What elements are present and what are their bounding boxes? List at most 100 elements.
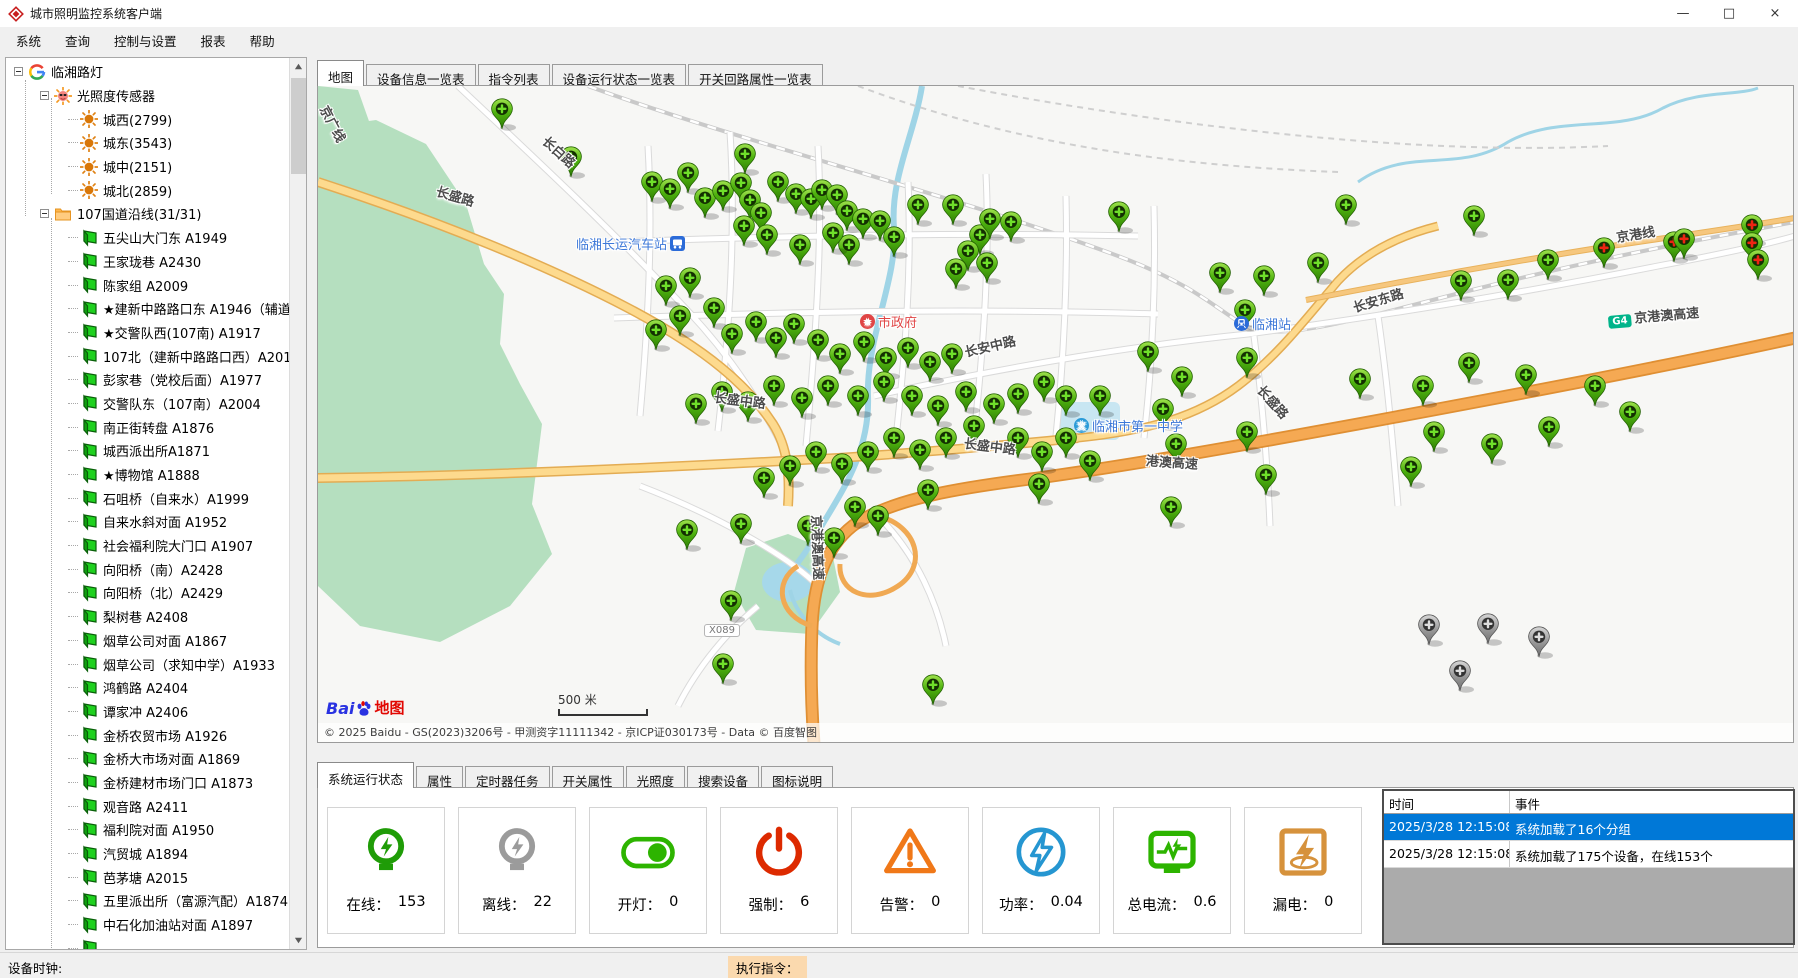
tree-device-node[interactable]: 王家珑巷 A2430 bbox=[6, 250, 289, 274]
tree-device-node[interactable]: ★博物馆 A1888 bbox=[6, 463, 289, 487]
maximize-button[interactable]: □ bbox=[1706, 0, 1752, 27]
tree-device-node[interactable]: 芭茅塘 A2015 bbox=[6, 865, 289, 889]
status-card-value: 0 bbox=[1324, 894, 1333, 915]
tree-device-node[interactable]: 城北(2859) bbox=[6, 178, 289, 202]
menu-item-2[interactable]: 控制与设置 bbox=[102, 27, 189, 54]
event-log-row-0[interactable]: 2025/3/28 12:15:08系统加载了16个分组 bbox=[1384, 814, 1793, 841]
tree-collapse-toggle[interactable] bbox=[40, 209, 49, 218]
status-card-7: 漏电：0 bbox=[1244, 807, 1362, 934]
tree-group-node[interactable]: 107国道沿线(31/31) bbox=[6, 202, 289, 226]
tree-device-node[interactable]: ★建新中路路口东 A1946（辅道灯） bbox=[6, 297, 289, 321]
tree-device-node[interactable]: 梨树巷 A2408 bbox=[6, 605, 289, 629]
tree-device-node[interactable]: 福利院对面 A1950 bbox=[6, 818, 289, 842]
tree-device-node[interactable]: 城中(2151) bbox=[6, 155, 289, 179]
status-card-value: 22 bbox=[534, 894, 552, 915]
device-icon bbox=[80, 229, 98, 247]
tree-device-node[interactable]: 谭家冲 A2406 bbox=[6, 700, 289, 724]
tree-device-node[interactable]: 城西(2799) bbox=[6, 107, 289, 131]
device-icon bbox=[80, 702, 98, 720]
close-button[interactable]: × bbox=[1752, 0, 1798, 27]
tree-scrollbar[interactable] bbox=[289, 58, 306, 949]
tree-device-node[interactable]: 鸿鹤路 A2404 bbox=[6, 676, 289, 700]
tree-connector bbox=[68, 853, 78, 854]
minimize-button[interactable]: — bbox=[1660, 0, 1706, 27]
bottom-tab-2[interactable]: 定时器任务 bbox=[465, 766, 550, 788]
tree-connector bbox=[68, 782, 78, 783]
tree-connector bbox=[68, 758, 78, 759]
map-tab-4[interactable]: 开关回路属性一览表 bbox=[688, 64, 823, 86]
map-canvas[interactable] bbox=[318, 86, 1794, 743]
tree-connector bbox=[68, 119, 78, 120]
bottom-tab-4[interactable]: 光照度 bbox=[626, 766, 686, 788]
map-scale-bar bbox=[558, 709, 648, 716]
tree-device-node[interactable]: 南正街转盘 A1876 bbox=[6, 415, 289, 439]
device-icon bbox=[80, 442, 98, 460]
tree-group-node[interactable]: 光照度传感器 bbox=[6, 84, 289, 108]
scroll-down-button[interactable] bbox=[290, 932, 307, 949]
tree-node-label: 向阳桥（北）A2429 bbox=[103, 583, 223, 602]
tree-connector bbox=[68, 450, 78, 451]
tree-node-label: ★建新中路路口东 A1946（辅道灯） bbox=[103, 299, 289, 318]
map-scale: 500 米 bbox=[558, 691, 648, 716]
tree-device-node[interactable]: 烟草公司对面 A1867 bbox=[6, 629, 289, 653]
tree-connector bbox=[68, 806, 78, 807]
bottom-tab-6[interactable]: 图标说明 bbox=[761, 766, 833, 788]
baidu-paw-icon bbox=[355, 700, 373, 718]
leak-icon bbox=[1275, 824, 1331, 880]
tree-device-node[interactable]: 向阳桥（南）A2428 bbox=[6, 557, 289, 581]
tree-device-node[interactable]: 107北（建新中路路口西）A2014 bbox=[6, 344, 289, 368]
tree-device-node[interactable]: 金桥建材市场门口 A1873 bbox=[6, 771, 289, 795]
scroll-up-button[interactable] bbox=[290, 58, 307, 75]
bottom-tab-3[interactable]: 开关属性 bbox=[552, 766, 624, 788]
device-icon bbox=[80, 584, 98, 602]
tree-root-node[interactable]: 临湘路灯 bbox=[6, 60, 289, 84]
tree-device-node[interactable] bbox=[6, 936, 289, 949]
tree-device-node[interactable]: 交警队东（107南）A2004 bbox=[6, 392, 289, 416]
toggle-icon bbox=[620, 824, 676, 880]
tree-device-node[interactable]: 石咀桥（自来水）A1999 bbox=[6, 486, 289, 510]
tree-device-node[interactable]: ★交警队西(107南) A1917 bbox=[6, 321, 289, 345]
map-tab-0[interactable]: 地图 bbox=[317, 60, 364, 86]
tree-device-node[interactable]: 金桥大市场对面 A1869 bbox=[6, 747, 289, 771]
tree-node-label: 谭家冲 A2406 bbox=[103, 702, 188, 721]
bottom-tab-bar: 系统运行状态属性定时器任务开关属性光照度搜索设备图标说明 bbox=[317, 762, 835, 788]
menu-item-4[interactable]: 帮助 bbox=[238, 27, 287, 54]
folder-icon bbox=[54, 205, 72, 223]
tree-device-node[interactable]: 烟草公司（求知中学）A1933 bbox=[6, 652, 289, 676]
bottom-tab-5[interactable]: 搜索设备 bbox=[687, 766, 759, 788]
tree-device-node[interactable]: 向阳桥（北）A2429 bbox=[6, 581, 289, 605]
map-tab-2[interactable]: 指令列表 bbox=[478, 64, 550, 86]
scrollbar-thumb[interactable] bbox=[291, 78, 306, 174]
map-view[interactable]: 长盛路长白路京广线临湘长运汽车站★市政府临湘站长安中路长安东路京港线G4京港澳高… bbox=[317, 85, 1794, 743]
tree-device-node[interactable]: 自来水斜对面 A1952 bbox=[6, 510, 289, 534]
tree-device-node[interactable]: 汽贸城 A1894 bbox=[6, 842, 289, 866]
tree-node-label: 向阳桥（南）A2428 bbox=[103, 560, 223, 579]
tree-node-label: 107北（建新中路路口西）A2014 bbox=[103, 347, 289, 366]
tree-device-node[interactable]: 彭家巷（党校后面）A1977 bbox=[6, 368, 289, 392]
menu-item-0[interactable]: 系统 bbox=[4, 27, 53, 54]
menu-item-1[interactable]: 查询 bbox=[53, 27, 102, 54]
device-tree: 临湘路灯光照度传感器城西(2799)城东(3543)城中(2151)城北(285… bbox=[6, 60, 289, 949]
tree-collapse-toggle[interactable] bbox=[14, 67, 23, 76]
event-log-row-1[interactable]: 2025/3/28 12:15:08系统加载了175个设备，在线153个 bbox=[1384, 841, 1793, 868]
tree-device-node[interactable]: 陈家组 A2009 bbox=[6, 273, 289, 297]
menu-item-3[interactable]: 报表 bbox=[189, 27, 238, 54]
tree-device-node[interactable]: 五里派出所（富源汽配）A1874 bbox=[6, 889, 289, 913]
event-time: 2025/3/28 12:15:08 bbox=[1384, 814, 1510, 840]
device-icon bbox=[80, 868, 98, 886]
bottom-tab-0[interactable]: 系统运行状态 bbox=[317, 762, 414, 788]
tree-device-node[interactable]: 五尖山大门东 A1949 bbox=[6, 226, 289, 250]
event-time: 2025/3/28 12:15:08 bbox=[1384, 841, 1510, 867]
map-tab-3[interactable]: 设备运行状态一览表 bbox=[552, 64, 687, 86]
tree-device-node[interactable]: 社会福利院大门口 A1907 bbox=[6, 534, 289, 558]
map-tab-1[interactable]: 设备信息一览表 bbox=[366, 64, 476, 86]
device-icon bbox=[80, 371, 98, 389]
tree-device-node[interactable]: 观音路 A2411 bbox=[6, 794, 289, 818]
tree-connector bbox=[68, 142, 78, 143]
tree-collapse-toggle[interactable] bbox=[40, 91, 49, 100]
tree-device-node[interactable]: 金桥农贸市场 A1926 bbox=[6, 723, 289, 747]
tree-device-node[interactable]: 城东(3543) bbox=[6, 131, 289, 155]
tree-device-node[interactable]: 城西派出所A1871 bbox=[6, 439, 289, 463]
tree-device-node[interactable]: 中石化加油站对面 A1897 bbox=[6, 913, 289, 937]
bottom-tab-1[interactable]: 属性 bbox=[416, 766, 463, 788]
